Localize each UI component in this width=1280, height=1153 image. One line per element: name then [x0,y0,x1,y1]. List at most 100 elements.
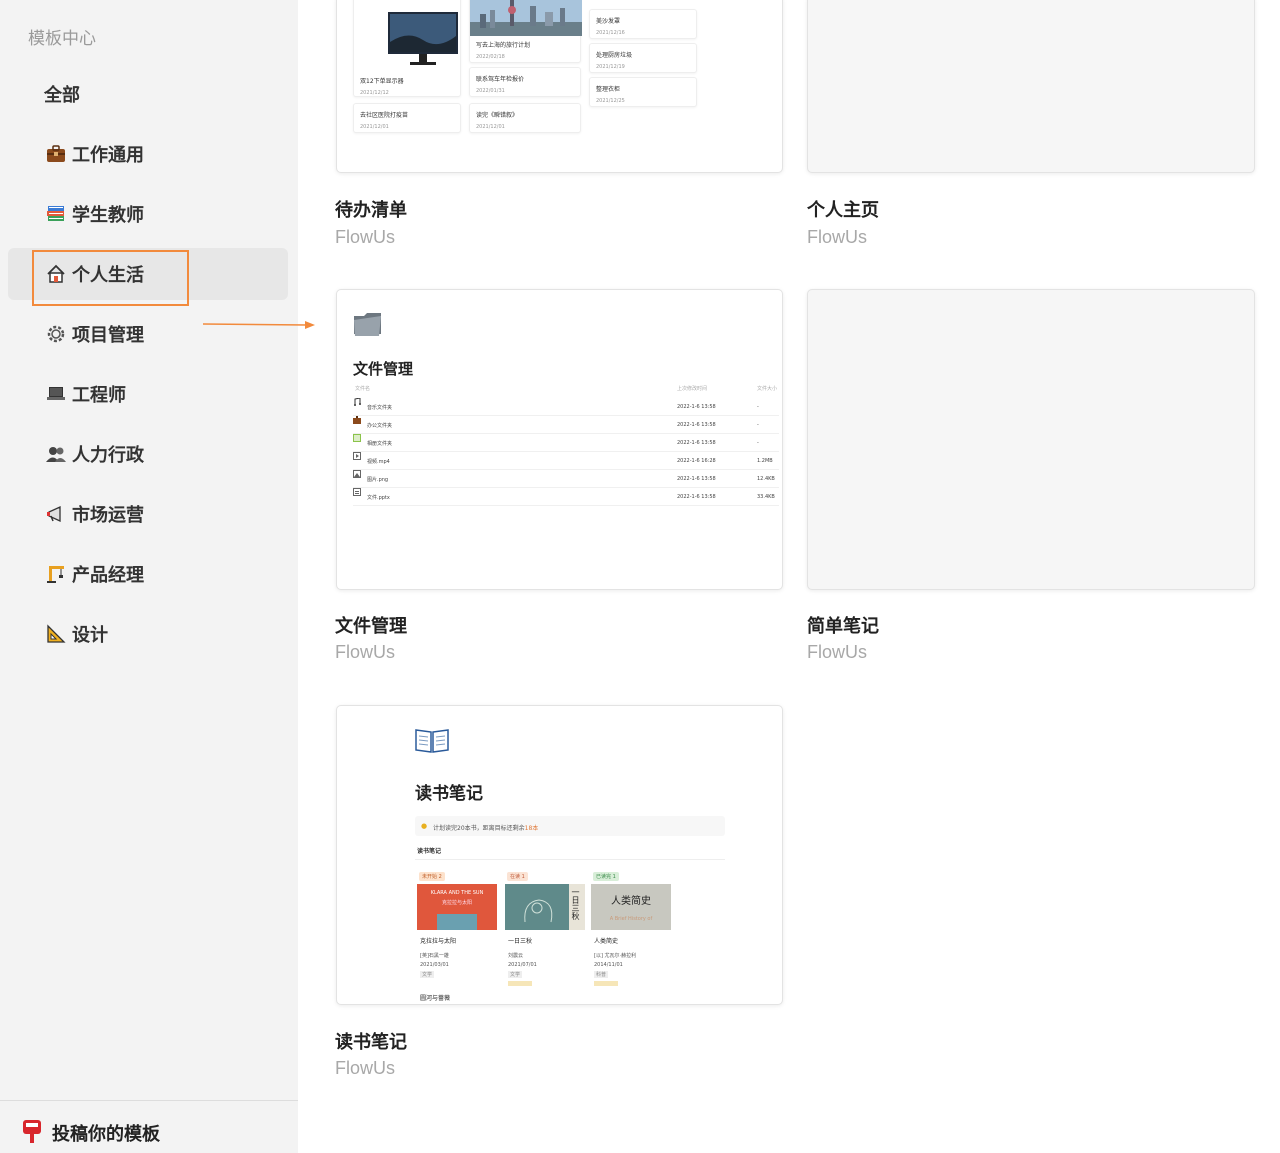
card-title[interactable]: 读书笔记 [335,1028,407,1054]
card-author: FlowUs [807,227,868,247]
todo-tile: 去社区医院打疫苗 2021/12/01 [353,103,461,133]
column-header-modified: 上次修改时间 [677,386,708,392]
submit-template-label: 投稿你的模板 [52,1124,160,1145]
book-cover: 一日三秋 [505,884,585,930]
todo-tile: 双12下单显示器 2021/12/12 [353,0,461,97]
column-header-name: 文件名 [355,386,371,392]
book-card: 已读完 1 人类简史 A Brief History of 人类简史 [以] 尤… [591,868,671,998]
sidebar: 模板中心 全部 工作通用 学生教师 个人生活 项目管理 工程师 人力行政 市场运… [0,0,298,1153]
book-cover: KLARA AND THE SUN 克拉拉与太阳 [417,884,497,930]
sidebar-title: 模板中心 [28,29,96,49]
city-image [470,0,582,36]
book-card: 未开始 2 KLARA AND THE SUN 克拉拉与太阳 克拉拉与太阳 [英… [417,868,497,998]
table-row: 图片.png 2022-1-6 13:58 12.4KB [353,470,779,488]
sidebar-item-label: 人力行政 [72,445,144,466]
sidebar-item-label: 市场运营 [72,505,144,526]
sidebar-item-label: 学生教师 [72,205,144,226]
todo-tile-title: 写去上海的旅行计划 [476,42,531,49]
table-row: 相册文件夹 2022-1-6 13:58 - [353,434,779,452]
sidebar-item-all[interactable]: 全部 [8,68,288,120]
card-title[interactable]: 待办清单 [335,196,407,222]
file-preview-title: 文件管理 [353,360,414,378]
sidebar-item-project-management[interactable]: 项目管理 [8,308,288,360]
book-title-extra: 圆河与蔷薇 [420,995,451,1002]
sidebar-item-product-manager[interactable]: 产品经理 [8,548,288,600]
card-title[interactable]: 个人主页 [807,196,879,222]
template-card-simple-notes[interactable] [807,289,1255,590]
sidebar-item-label: 个人生活 [72,265,144,286]
todo-tile-date: 2022/02/18 [476,54,505,60]
status-badge: 未开始 2 [419,872,445,881]
todo-tile-date: 2021/12/19 [596,64,625,70]
monitor-image [388,12,458,65]
template-card-reading-notes[interactable]: 读书笔记 ● 计划读完20本书，距离目标还剩余18本 读书笔记 未开始 2 KL… [336,705,783,1005]
todo-tile-date: 2021/12/01 [476,124,505,130]
todo-tile-title: 整理衣柜 [596,86,621,93]
sidebar-item-work[interactable]: 工作通用 [8,128,288,180]
gear-icon [44,322,68,346]
card-author: FlowUs [335,1058,396,1078]
sidebar-item-design[interactable]: 设计 [8,608,288,660]
table-row: 视频.mp4 2022-1-6 16:28 1.2MB [353,452,779,470]
house-icon [44,262,68,286]
todo-tile-title: 去社区医院打疫苗 [360,112,409,119]
sidebar-item-personal-life[interactable]: 个人生活 [8,248,288,300]
mailbox-icon [22,1118,42,1149]
todo-tile: 处理厨房垃圾 2021/12/19 [589,43,697,73]
document-file-icon [353,488,361,496]
pointer-arrow-icon [203,321,315,329]
todo-tile-title: 美沙发罩 [596,18,621,25]
todo-tile-title: 双12下单显示器 [360,78,404,85]
todo-tile: 美沙发罩 2021/12/16 [589,9,697,39]
status-badge: 在读 1 [507,872,528,881]
todo-tile-date: 2021/12/01 [360,124,389,130]
megaphone-icon [44,502,68,526]
sidebar-item-label: 产品经理 [72,565,144,586]
triangle-ruler-icon [44,622,68,646]
briefcase-icon [353,416,361,424]
reading-tip: ● 计划读完20本书，距离目标还剩余18本 [415,816,725,836]
todo-tile-title: 处理厨房垃圾 [596,52,633,59]
todo-tile-date: 2021/12/12 [360,90,389,96]
divider [415,859,725,860]
open-book-icon [415,729,449,753]
people-icon [44,442,68,466]
rating-stars [508,981,532,986]
todo-tile-title: 读完《瞬错叙》 [476,112,519,119]
crane-icon [44,562,68,586]
todo-tile-date: 2022/01/31 [476,88,505,94]
reading-preview-title: 读书笔记 [415,784,483,804]
sidebar-item-engineer[interactable]: 工程师 [8,368,288,420]
card-author: FlowUs [807,642,868,662]
table-row: 音乐文件夹 2022-1-6 13:58 - [353,398,779,416]
books-icon [44,202,68,226]
template-card-todo[interactable]: 双12下单显示器 2021/12/12 去社区医院打疫苗 2021/12/01 … [336,0,783,173]
column-header-size: 文件大小 [757,386,778,392]
todo-tile: 写去上海的旅行计划 2022/02/18 [469,0,582,63]
todo-tile: 联系驾车年检报价 2022/01/31 [469,67,581,97]
submit-template-button[interactable]: 投稿你的模板 [22,1116,160,1150]
todo-tile: 整理衣柜 2021/12/25 [589,77,697,107]
sidebar-divider [0,1100,298,1101]
rating-stars [594,981,618,986]
table-row: 办公文件夹 2022-1-6 13:58 - [353,416,779,434]
status-badge: 已读完 1 [593,872,619,881]
photo-album-icon [353,434,361,442]
card-title[interactable]: 简单笔记 [807,612,879,638]
briefcase-icon [44,142,68,166]
todo-tile: 读完《瞬错叙》 2021/12/01 [469,103,581,133]
music-note-icon [354,398,361,406]
sidebar-item-label: 全部 [44,85,80,106]
book-cover: 人类简史 A Brief History of [591,884,671,930]
card-title[interactable]: 文件管理 [335,612,407,638]
image-file-icon [353,470,361,478]
sidebar-item-student-teacher[interactable]: 学生教师 [8,188,288,240]
sidebar-item-marketing[interactable]: 市场运营 [8,488,288,540]
card-author: FlowUs [335,227,396,247]
video-file-icon [353,452,361,460]
template-card-homepage[interactable] [807,0,1255,173]
template-card-file-management[interactable]: 文件管理 文件名 上次修改时间 文件大小 音乐文件夹 2022-1-6 13:5… [336,289,783,590]
sidebar-item-label: 设计 [72,625,108,646]
sidebar-item-hr-admin[interactable]: 人力行政 [8,428,288,480]
table-row: 文件.pptx 2022-1-6 13:58 33.4KB [353,488,779,506]
